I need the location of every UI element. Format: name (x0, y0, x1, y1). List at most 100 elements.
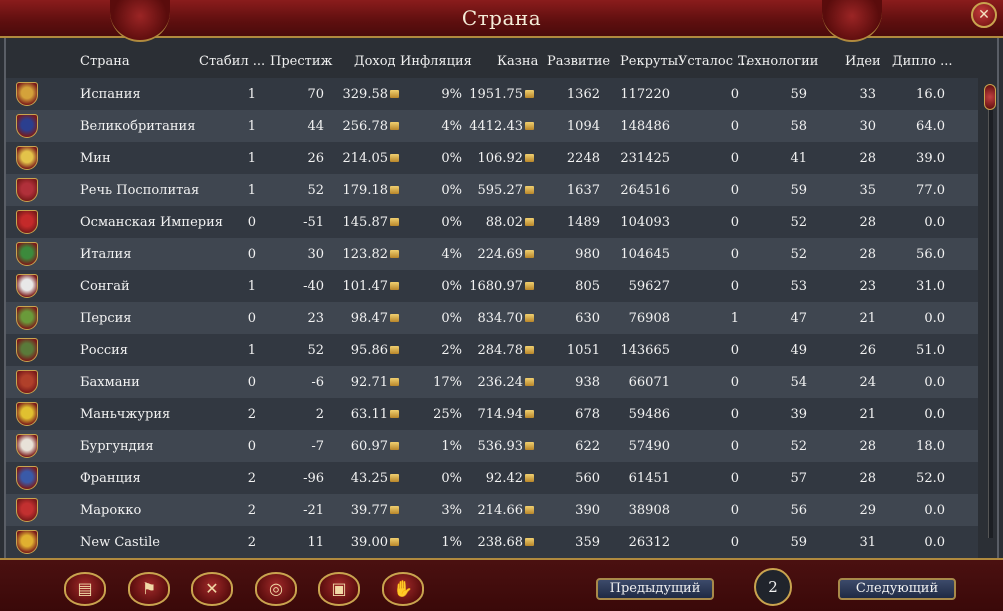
treasury-value-text: 4412.43 (469, 119, 523, 134)
column-header-country[interactable]: Страна (80, 54, 130, 69)
table-row[interactable]: Франция 2 -96 43.25 0% 92.42 560 61451 0 57 28 52.0 (6, 462, 978, 494)
country-flag-icon[interactable] (16, 498, 38, 522)
handshake-button[interactable]: ✋ (382, 572, 424, 606)
inflation-value-text: 17% (433, 375, 462, 390)
income-value: 179.18 (332, 183, 399, 198)
ideas-value-text: 33 (859, 87, 876, 102)
table-row[interactable]: Бургундия 0 -7 60.97 1% 536.93 622 57490 0 52 28 18… (6, 430, 978, 462)
war-exhaustion-value: 0 (673, 183, 739, 198)
treasury-value: 834.70 (468, 311, 534, 326)
inflation-value-text: 0% (441, 151, 462, 166)
column-header-development[interactable]: Развитие (547, 54, 614, 69)
column-header-stability[interactable]: Стабил ... (199, 54, 265, 69)
previous-page-button[interactable]: Предыдущий (596, 578, 714, 600)
ideas-value-text: 24 (859, 375, 876, 390)
war-exhaustion-value-text: 0 (730, 279, 739, 294)
coins-button[interactable]: ◎ (255, 572, 297, 606)
country-flag-icon[interactable] (16, 306, 38, 330)
scrollbar[interactable] (984, 78, 996, 558)
ledger-button[interactable]: ▤ (64, 572, 106, 606)
manpower-value-text: 57490 (628, 439, 670, 454)
table-row[interactable]: Испания 1 70 329.58 9% 1951.75 1362 117220 0 59 33… (6, 78, 978, 110)
flag-button[interactable]: ⚑ (128, 572, 170, 606)
column-header-inflation[interactable]: Инфляция (400, 54, 472, 69)
technology-value: 41 (739, 151, 807, 166)
country-flag-icon[interactable] (16, 402, 38, 426)
war-exhaustion-value-text: 0 (730, 439, 739, 454)
table-row[interactable]: Мин 1 26 214.05 0% 106.92 2248 231425 0 41 28 39.0 (6, 142, 978, 174)
country-name-text: Сонгай (80, 279, 130, 294)
table-row[interactable]: Россия 1 52 95.86 2% 284.78 1051 143665 0 49 26 51.… (6, 334, 978, 366)
development-value: 1094 (533, 119, 600, 134)
stability-value: 2 (191, 503, 256, 518)
income-value: 256.78 (332, 119, 399, 134)
table-row[interactable]: Великобритания 1 44 256.78 4% 4412.43 1094 1484… (6, 110, 978, 142)
inflation-value-text: 4% (441, 119, 462, 134)
manpower-value-text: 104093 (620, 215, 670, 230)
table-row[interactable]: Италия 0 30 123.82 4% 224.69 980 104645 0 52 28 56.… (6, 238, 978, 270)
technology-value: 58 (739, 119, 807, 134)
development-value: 630 (533, 311, 600, 326)
country-flag-icon[interactable] (16, 434, 38, 458)
table-row[interactable]: Маньчжурия 2 2 63.11 25% 714.94 678 59486 0 39 21 0… (6, 398, 978, 430)
column-header-diplomacy[interactable]: Дипло ... (892, 54, 959, 69)
income-value-text: 39.00 (350, 535, 388, 550)
income-value: 145.87 (332, 215, 399, 230)
war-exhaustion-value: 0 (673, 375, 739, 390)
country-flag-icon[interactable] (16, 530, 38, 554)
country-flag-icon[interactable] (16, 114, 38, 138)
country-flag-icon[interactable] (16, 146, 38, 170)
country-flag-icon[interactable] (16, 82, 38, 106)
column-header-war-exhaustion[interactable]: Усталос ... (678, 54, 750, 69)
prestige-value-text: 26 (307, 151, 324, 166)
country-flag-icon[interactable] (16, 370, 38, 394)
table-row[interactable]: Османская Империя 0 -51 145.87 0% 88.02 1489 10… (6, 206, 978, 238)
table-row[interactable]: New Castile 2 11 39.00 1% 238.68 359 26312 0 59 31… (6, 526, 978, 558)
war-exhaustion-value: 0 (673, 471, 739, 486)
technology-value-text: 41 (790, 151, 807, 166)
ideas-value: 26 (809, 343, 876, 358)
table-row[interactable]: Речь Посполитая 1 52 179.18 0% 595.27 1637 2645… (6, 174, 978, 206)
income-value: 39.77 (332, 503, 399, 518)
diplomacy-value: 64.0 (878, 119, 945, 134)
crossed-swords-button[interactable]: ✕ (191, 572, 233, 606)
column-header-technology[interactable]: Технологии (738, 54, 818, 69)
column-header-prestige[interactable]: Престиж (270, 54, 336, 69)
income-value: 329.58 (332, 87, 399, 102)
close-button[interactable]: ✕ (971, 2, 997, 28)
inflation-value-text: 4% (441, 247, 462, 262)
trade-goods-button[interactable]: ▣ (318, 572, 360, 606)
country-flag-icon[interactable] (16, 338, 38, 362)
technology-value-text: 57 (790, 471, 807, 486)
development-value-text: 2248 (566, 151, 600, 166)
stability-value: 1 (191, 87, 256, 102)
table-row[interactable]: Марокко 2 -21 39.77 3% 214.66 390 38908 0 56 29 0.0 (6, 494, 978, 526)
table-row[interactable]: Сонгай 1 -40 101.47 0% 1680.97 805 59627 0 53 23 31… (6, 270, 978, 302)
stability-value: 2 (191, 535, 256, 550)
country-flag-icon[interactable] (16, 242, 38, 266)
technology-value: 52 (739, 247, 807, 262)
table-row[interactable]: Бахмани 0 -6 92.71 17% 236.24 938 66071 0 54 24 0.0 (6, 366, 978, 398)
scrollbar-track[interactable] (988, 98, 993, 538)
scrollbar-thumb[interactable] (984, 84, 996, 110)
ideas-value: 33 (809, 87, 876, 102)
country-flag-icon[interactable] (16, 274, 38, 298)
prestige-value-text: -7 (311, 439, 324, 454)
diplomacy-value-text: 0.0 (924, 311, 945, 326)
country-flag-icon[interactable] (16, 466, 38, 490)
next-page-button[interactable]: Следующий (838, 578, 956, 600)
stability-value-text: 1 (247, 343, 256, 358)
country-flag-icon[interactable] (16, 178, 38, 202)
country-flag-icon[interactable] (16, 210, 38, 234)
technology-value-text: 59 (790, 535, 807, 550)
war-exhaustion-value-text: 0 (730, 119, 739, 134)
development-value-text: 359 (575, 535, 600, 550)
treasury-value: 4412.43 (468, 119, 534, 134)
handshake-icon: ✋ (393, 579, 413, 598)
development-value: 1362 (533, 87, 600, 102)
technology-value-text: 49 (790, 343, 807, 358)
treasury-value: 1951.75 (468, 87, 534, 102)
prestige-value: -21 (258, 503, 324, 518)
table-row[interactable]: Персия 0 23 98.47 0% 834.70 630 76908 1 47 21 0.0 (6, 302, 978, 334)
inflation-value: 0% (395, 151, 462, 166)
